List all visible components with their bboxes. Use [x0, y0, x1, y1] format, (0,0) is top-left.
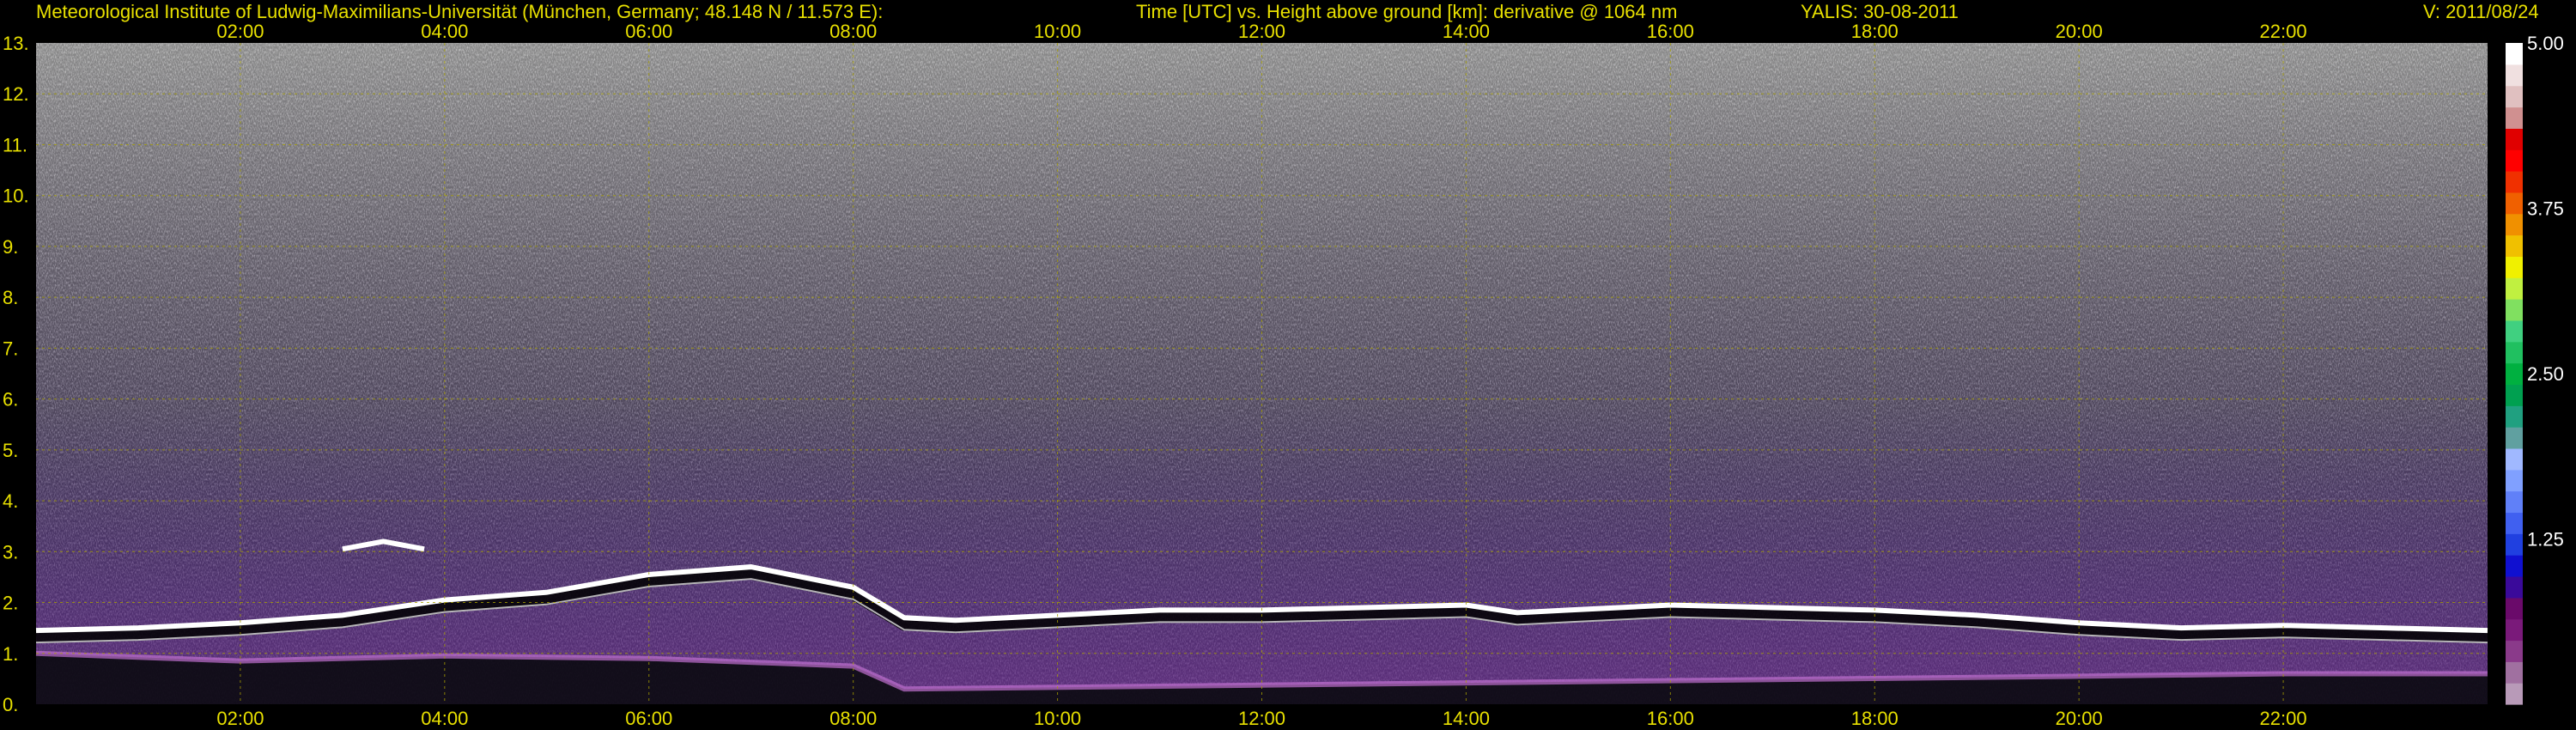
x-tick-label-top: 02:00 — [216, 21, 264, 42]
colorbar-segment — [2506, 85, 2523, 108]
y-tick-label: 1. — [3, 643, 18, 665]
x-tick-label-bottom: 16:00 — [1647, 708, 1694, 729]
colorbar-ticks: 1.25 2.50 3.75 5.00 — [2527, 33, 2564, 551]
y-tick-label: 11. — [3, 134, 27, 155]
x-tick-label-top: 16:00 — [1647, 21, 1694, 42]
colorbar-segment — [2506, 533, 2523, 556]
colorbar-segment — [2506, 43, 2523, 65]
y-tick-label: 13. — [3, 33, 29, 54]
y-tick-label: 4. — [3, 490, 18, 512]
colorbar-segment — [2506, 299, 2523, 321]
instrument-date: YALIS: 30-08-2011 — [1801, 1, 1959, 22]
y-axis: 0. 1. 2. 3. 4. 5. 6. 7. 8. 9. 10. 11. 12. 13. — [3, 33, 29, 715]
y-tick-label: 2. — [3, 593, 18, 614]
x-tick-label-bottom: 04:00 — [421, 708, 468, 729]
colorbar-segment — [2506, 213, 2523, 236]
colorbar-segment — [2506, 618, 2523, 642]
y-tick-label: 7. — [3, 338, 18, 359]
x-axis-top: 02:00 04:00 06:00 08:00 10:00 12:00 14:00 16:00… — [216, 21, 2306, 42]
colorbar-segment — [2506, 683, 2523, 705]
x-tick-label-bottom: 08:00 — [829, 708, 877, 729]
colorbar-segment — [2506, 64, 2523, 87]
x-tick-label-top: 18:00 — [1851, 21, 1899, 42]
colorbar-segment — [2506, 128, 2523, 150]
colorbar-segment — [2506, 575, 2523, 599]
y-tick-label: 8. — [3, 287, 18, 308]
colorbar-tick-label: 3.75 — [2527, 198, 2564, 220]
colorbar-segment — [2506, 640, 2523, 662]
x-tick-label-top: 10:00 — [1034, 21, 1081, 42]
x-tick-label-bottom: 14:00 — [1443, 708, 1490, 729]
y-tick-label: 12. — [3, 83, 29, 105]
colorbar-segment — [2506, 447, 2523, 471]
x-tick-label-bottom: 22:00 — [2260, 708, 2307, 729]
colorbar-segment — [2506, 171, 2523, 193]
chart-title: Time [UTC] vs. Height above ground [km]:… — [1136, 1, 1678, 22]
colorbar-segment — [2506, 512, 2523, 534]
lidar-chart: 0. 1. 2. 3. 4. 5. 6. 7. 8. 9. 10. 11. 12. 13. 02:00 04… — [3, 21, 2564, 729]
colorbar-segment — [2506, 341, 2523, 364]
x-tick-label-top: 14:00 — [1443, 21, 1490, 42]
colorbar-segment — [2506, 106, 2523, 129]
y-tick-label: 6. — [3, 389, 18, 411]
colorbar-tick-label: 5.00 — [2527, 33, 2564, 54]
colorbar-segment — [2506, 362, 2523, 386]
colorbar-segment — [2506, 384, 2523, 406]
colorbar-tick-label: 1.25 — [2527, 529, 2564, 551]
institute-label: Meteorological Institute of Ludwig-Maxim… — [36, 1, 884, 22]
colorbar-segment — [2506, 405, 2523, 428]
colorbar-segment — [2506, 319, 2523, 343]
colorbar-tick-label: 2.50 — [2527, 363, 2564, 385]
x-tick-label-top: 08:00 — [829, 21, 877, 42]
colorbar-segment — [2506, 469, 2523, 492]
x-axis-bottom: 02:00 04:00 06:00 08:00 10:00 12:00 14:00 16:00… — [216, 708, 2306, 729]
colorbar-segment — [2506, 277, 2523, 300]
colorbar — [2506, 43, 2523, 705]
x-tick-label-bottom: 02:00 — [216, 708, 264, 729]
version-label: V: 2011/08/24 — [2423, 1, 2539, 22]
x-tick-label-bottom: 12:00 — [1238, 708, 1285, 729]
y-tick-label: 10. — [3, 186, 29, 207]
plot-area — [35, 43, 2488, 704]
x-tick-label-top: 20:00 — [2056, 21, 2103, 42]
y-tick-label: 5. — [3, 440, 18, 461]
y-tick-label: 9. — [3, 236, 18, 258]
x-tick-label-bottom: 20:00 — [2056, 708, 2103, 729]
colorbar-segment — [2506, 597, 2523, 620]
x-tick-label-top: 06:00 — [625, 21, 672, 42]
y-tick-label: 3. — [3, 541, 18, 563]
colorbar-segment — [2506, 427, 2523, 449]
x-tick-label-top: 22:00 — [2260, 21, 2307, 42]
colorbar-segment — [2506, 192, 2523, 215]
x-tick-label-top: 12:00 — [1238, 21, 1285, 42]
colorbar-segment — [2506, 149, 2523, 172]
colorbar-segment — [2506, 256, 2523, 278]
x-tick-label-top: 04:00 — [421, 21, 468, 42]
x-tick-label-bottom: 06:00 — [625, 708, 672, 729]
x-tick-label-bottom: 18:00 — [1851, 708, 1899, 729]
x-tick-label-bottom: 10:00 — [1034, 708, 1081, 729]
colorbar-segment — [2506, 234, 2523, 257]
colorbar-segment — [2506, 490, 2523, 514]
colorbar-segment — [2506, 555, 2523, 577]
y-tick-label: 0. — [3, 694, 18, 715]
colorbar-segment — [2506, 661, 2523, 684]
